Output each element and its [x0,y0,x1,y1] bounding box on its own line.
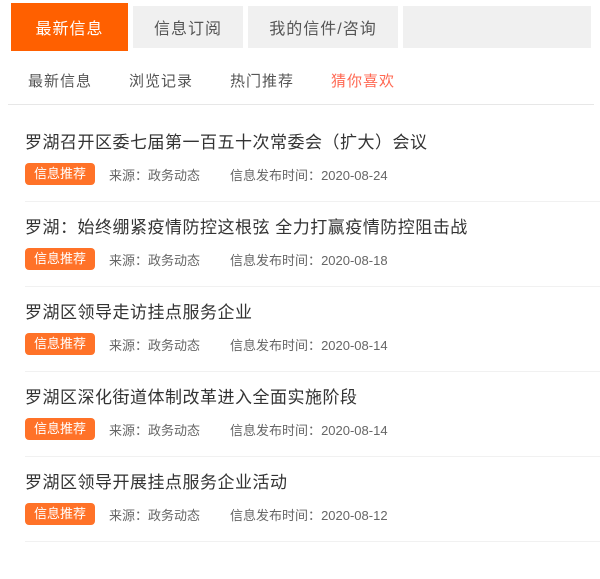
news-source: 来源：政务动态 [109,420,200,439]
top-tab-bar: 最新信息 信息订阅 我的信件/咨询 [11,3,591,51]
recommend-badge: 信息推荐 [25,418,95,440]
time-prefix: 信息发布时间： [230,168,321,183]
source-value: 政务动态 [148,423,200,438]
source-value: 政务动态 [148,338,200,353]
sub-nav: 最新信息 浏览记录 热门推荐 猜你喜欢 [28,51,592,104]
news-publish-time: 信息发布时间：2020-08-12 [230,505,388,524]
news-item: 罗湖区领导开展挂点服务企业活动 信息推荐 来源：政务动态 信息发布时间：2020… [25,457,600,542]
news-title-link[interactable]: 罗湖区领导走访挂点服务企业 [25,301,590,325]
news-source: 来源：政务动态 [109,250,200,269]
news-item: 罗湖区深化街道体制改革进入全面实施阶段 信息推荐 来源：政务动态 信息发布时间：… [25,372,600,457]
news-list: 罗湖召开区委七届第一百五十次常委会（扩大）会议 信息推荐 来源：政务动态 信息发… [0,105,600,542]
tab-my-letters-consultation[interactable]: 我的信件/咨询 [248,6,398,48]
time-prefix: 信息发布时间： [230,508,321,523]
news-publish-time: 信息发布时间：2020-08-18 [230,250,388,269]
source-prefix: 来源： [109,338,148,353]
time-value: 2020-08-14 [321,423,388,438]
news-meta: 信息推荐 来源：政务动态 信息发布时间：2020-08-14 [25,333,590,355]
time-prefix: 信息发布时间： [230,253,321,268]
source-prefix: 来源： [109,253,148,268]
time-value: 2020-08-12 [321,508,388,523]
news-item: 罗湖：始终绷紧疫情防控这根弦 全力打赢疫情防控阻击战 信息推荐 来源：政务动态 … [25,202,600,287]
news-item: 罗湖区领导走访挂点服务企业 信息推荐 来源：政务动态 信息发布时间：2020-0… [25,287,600,372]
source-value: 政务动态 [148,168,200,183]
subnav-item-guess-you-like[interactable]: 猜你喜欢 [331,70,395,91]
recommend-badge: 信息推荐 [25,503,95,525]
source-prefix: 来源： [109,508,148,523]
news-source: 来源：政务动态 [109,335,200,354]
news-meta: 信息推荐 来源：政务动态 信息发布时间：2020-08-18 [25,248,590,270]
recommend-badge: 信息推荐 [25,333,95,355]
tab-latest-info[interactable]: 最新信息 [11,3,128,51]
news-publish-time: 信息发布时间：2020-08-14 [230,335,388,354]
news-source: 来源：政务动态 [109,505,200,524]
subnav-item-browse-history[interactable]: 浏览记录 [129,70,193,91]
subnav-item-latest-info[interactable]: 最新信息 [28,70,92,91]
tab-bar-filler [403,6,591,48]
news-meta: 信息推荐 来源：政务动态 信息发布时间：2020-08-12 [25,503,590,525]
news-publish-time: 信息发布时间：2020-08-14 [230,420,388,439]
news-title-link[interactable]: 罗湖区领导开展挂点服务企业活动 [25,471,590,495]
source-prefix: 来源： [109,168,148,183]
time-prefix: 信息发布时间： [230,423,321,438]
news-title-link[interactable]: 罗湖：始终绷紧疫情防控这根弦 全力打赢疫情防控阻击战 [25,216,590,240]
news-publish-time: 信息发布时间：2020-08-24 [230,165,388,184]
time-prefix: 信息发布时间： [230,338,321,353]
recommend-badge: 信息推荐 [25,248,95,270]
news-source: 来源：政务动态 [109,165,200,184]
news-meta: 信息推荐 来源：政务动态 信息发布时间：2020-08-14 [25,418,590,440]
source-prefix: 来源： [109,423,148,438]
news-meta: 信息推荐 来源：政务动态 信息发布时间：2020-08-24 [25,163,590,185]
subnav-item-hot-recommend[interactable]: 热门推荐 [230,70,294,91]
news-item: 罗湖召开区委七届第一百五十次常委会（扩大）会议 信息推荐 来源：政务动态 信息发… [25,117,600,202]
recommend-badge: 信息推荐 [25,163,95,185]
time-value: 2020-08-18 [321,253,388,268]
source-value: 政务动态 [148,508,200,523]
source-value: 政务动态 [148,253,200,268]
news-title-link[interactable]: 罗湖区深化街道体制改革进入全面实施阶段 [25,386,590,410]
news-title-link[interactable]: 罗湖召开区委七届第一百五十次常委会（扩大）会议 [25,131,590,155]
time-value: 2020-08-24 [321,168,388,183]
tab-info-subscription[interactable]: 信息订阅 [133,6,243,48]
time-value: 2020-08-14 [321,338,388,353]
